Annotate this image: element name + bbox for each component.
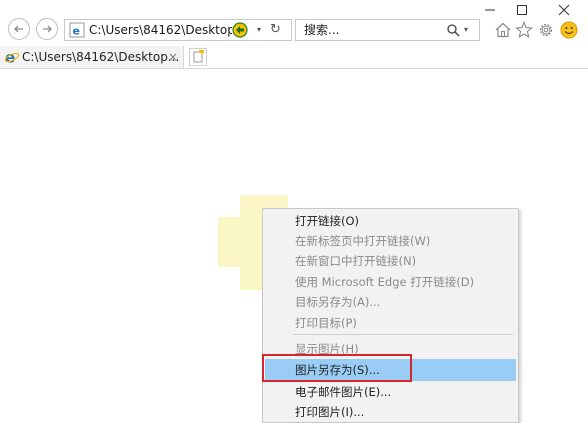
- address-url[interactable]: C:\Users\84162\Desktop\: [89, 20, 232, 40]
- address-dropdown-icon[interactable]: ▾: [257, 20, 261, 40]
- menu-item-open-in-new-tab: 在新标签页中打开链接(W): [295, 234, 431, 248]
- tab-bar: e C:\Users\84162\Desktop... ×: [0, 46, 588, 69]
- tab-active[interactable]: e C:\Users\84162\Desktop... ×: [0, 46, 184, 68]
- tab-title: C:\Users\84162\Desktop...: [22, 50, 180, 64]
- forward-arrow-icon: [43, 25, 52, 33]
- menu-item-email-picture[interactable]: 电子邮件图片(E)...: [263, 381, 518, 403]
- close-button[interactable]: [552, 0, 576, 18]
- ie-logo-icon: e: [4, 49, 20, 65]
- new-tab-button[interactable]: [189, 48, 207, 66]
- close-icon: [558, 4, 570, 16]
- search-placeholder[interactable]: 搜索...: [304, 20, 339, 40]
- search-dropdown-icon[interactable]: ▾: [464, 20, 468, 40]
- search-icon[interactable]: [446, 23, 460, 37]
- maximize-button[interactable]: [510, 0, 534, 18]
- maximize-icon: [517, 5, 527, 15]
- svg-text:e: e: [73, 25, 80, 38]
- favorites-star-icon[interactable]: [515, 21, 533, 39]
- back-arrow-icon: [14, 25, 23, 33]
- menu-separator: [293, 334, 513, 335]
- refresh-icon[interactable]: ↻: [270, 20, 281, 40]
- context-menu: 打开链接(O) 在新标签页中打开链接(W) 在新窗口中打开链接(N) 使用 Mi…: [262, 208, 519, 423]
- tab-close-icon[interactable]: ×: [168, 46, 178, 68]
- new-tab-icon: [193, 50, 204, 63]
- minimize-button[interactable]: [478, 0, 502, 18]
- menu-item-save-target-as: 目标另存为(A)...: [295, 295, 381, 309]
- home-icon[interactable]: [494, 21, 512, 39]
- menu-item-print-target: 打印目标(P): [295, 316, 357, 330]
- smiley-feedback-icon[interactable]: [560, 21, 578, 39]
- menu-item-open-link[interactable]: 打开链接(O): [263, 210, 518, 232]
- highlight-annotation-box: [262, 354, 412, 382]
- settings-gear-icon[interactable]: [537, 21, 555, 39]
- address-bar[interactable]: e C:\Users\84162\Desktop\ ▾ ↻: [64, 19, 292, 41]
- back-button[interactable]: [8, 18, 30, 40]
- menu-item-print-picture[interactable]: 打印图片(I)...: [263, 401, 518, 423]
- compatibility-view-icon[interactable]: [232, 22, 248, 38]
- menu-item-open-in-edge: 使用 Microsoft Edge 打开链接(D): [295, 275, 475, 289]
- ie-page-icon: e: [69, 22, 85, 38]
- forward-button[interactable]: [36, 18, 58, 40]
- search-box[interactable]: 搜索... ▾: [295, 19, 480, 41]
- menu-item-open-in-new-window: 在新窗口中打开链接(N): [295, 254, 417, 268]
- minimize-icon: [485, 9, 495, 11]
